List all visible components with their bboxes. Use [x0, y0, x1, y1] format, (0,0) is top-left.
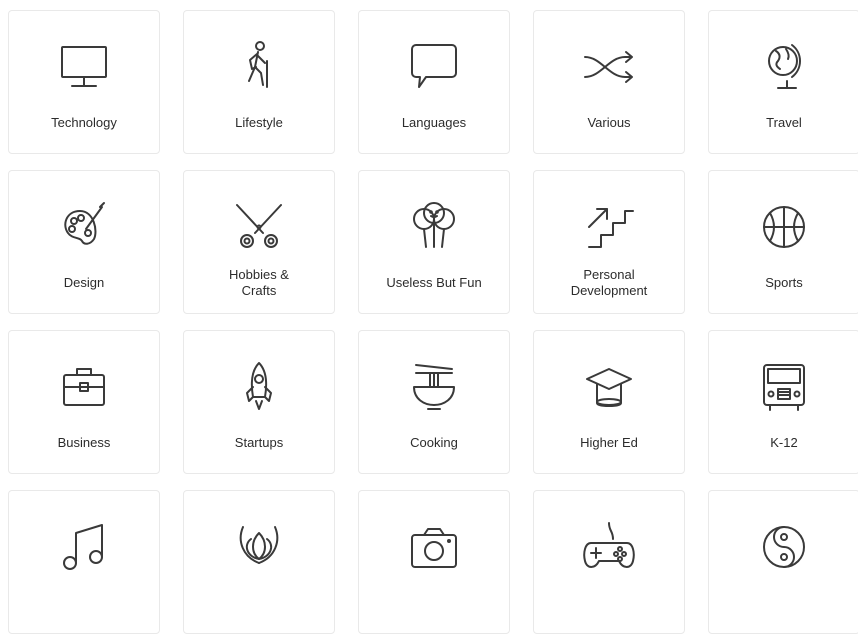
- category-label: [15, 583, 153, 623]
- graduation-cap-icon: [579, 357, 639, 417]
- basketball-icon: [754, 197, 814, 257]
- category-label: Cooking: [410, 435, 458, 450]
- category-card-various[interactable]: Various: [533, 10, 685, 154]
- category-card-languages[interactable]: Languages: [358, 10, 510, 154]
- category-label: [715, 583, 853, 623]
- briefcase-icon: [54, 357, 114, 417]
- category-card-music[interactable]: [8, 490, 160, 634]
- category-label: [365, 583, 503, 623]
- category-label: Personal Development: [570, 267, 648, 298]
- yin-yang-icon: [754, 517, 814, 577]
- category-card-personal-development[interactable]: Personal Development: [533, 170, 685, 314]
- category-card-photography[interactable]: [358, 490, 510, 634]
- category-label: Lifestyle: [235, 115, 283, 130]
- category-card-travel[interactable]: Travel: [708, 10, 858, 154]
- camera-icon: [404, 517, 464, 577]
- category-label: Business: [57, 435, 111, 450]
- category-label: Useless But Fun: [386, 275, 482, 290]
- category-label: [190, 583, 328, 623]
- category-label: Higher Ed: [580, 435, 638, 450]
- category-card-useless-but-fun[interactable]: Useless But Fun: [358, 170, 510, 314]
- category-card-higher-ed[interactable]: Higher Ed: [533, 330, 685, 474]
- category-label: Various: [587, 115, 631, 130]
- stairs-icon: [579, 197, 639, 257]
- category-card-spirituality[interactable]: [708, 490, 858, 634]
- category-card-sports[interactable]: Sports: [708, 170, 858, 314]
- category-label: Design: [63, 275, 105, 290]
- speech-bubble-icon: [404, 37, 464, 97]
- category-label: Hobbies & Crafts: [229, 267, 289, 298]
- shuffle-icon: [579, 37, 639, 97]
- scissors-icon: [229, 197, 289, 257]
- category-label: Sports: [765, 275, 803, 290]
- balloons-icon: [404, 197, 464, 257]
- monitor-icon: [54, 37, 114, 97]
- category-grid: Technology Lifestyle Languages Various T…: [8, 10, 858, 634]
- category-label: [540, 583, 678, 623]
- category-label: Languages: [401, 115, 467, 130]
- category-label: Travel: [766, 115, 802, 130]
- noodle-bowl-icon: [404, 357, 464, 417]
- category-card-nature[interactable]: [183, 490, 335, 634]
- category-card-startups[interactable]: Startups: [183, 330, 335, 474]
- category-card-design[interactable]: Design: [8, 170, 160, 314]
- globe-icon: [754, 37, 814, 97]
- category-card-technology[interactable]: Technology: [8, 10, 160, 154]
- category-card-hobbies-crafts[interactable]: Hobbies & Crafts: [183, 170, 335, 314]
- category-card-gaming[interactable]: [533, 490, 685, 634]
- tulip-icon: [229, 517, 289, 577]
- category-card-cooking[interactable]: Cooking: [358, 330, 510, 474]
- gamepad-icon: [579, 517, 639, 577]
- category-card-k-12[interactable]: K-12: [708, 330, 858, 474]
- hiker-icon: [229, 37, 289, 97]
- category-card-lifestyle[interactable]: Lifestyle: [183, 10, 335, 154]
- rocket-icon: [229, 357, 289, 417]
- palette-icon: [54, 197, 114, 257]
- category-label: Startups: [234, 435, 284, 450]
- category-label: Technology: [51, 115, 117, 130]
- category-label: K-12: [770, 435, 798, 450]
- category-card-business[interactable]: Business: [8, 330, 160, 474]
- school-bus-icon: [754, 357, 814, 417]
- music-note-icon: [54, 517, 114, 577]
